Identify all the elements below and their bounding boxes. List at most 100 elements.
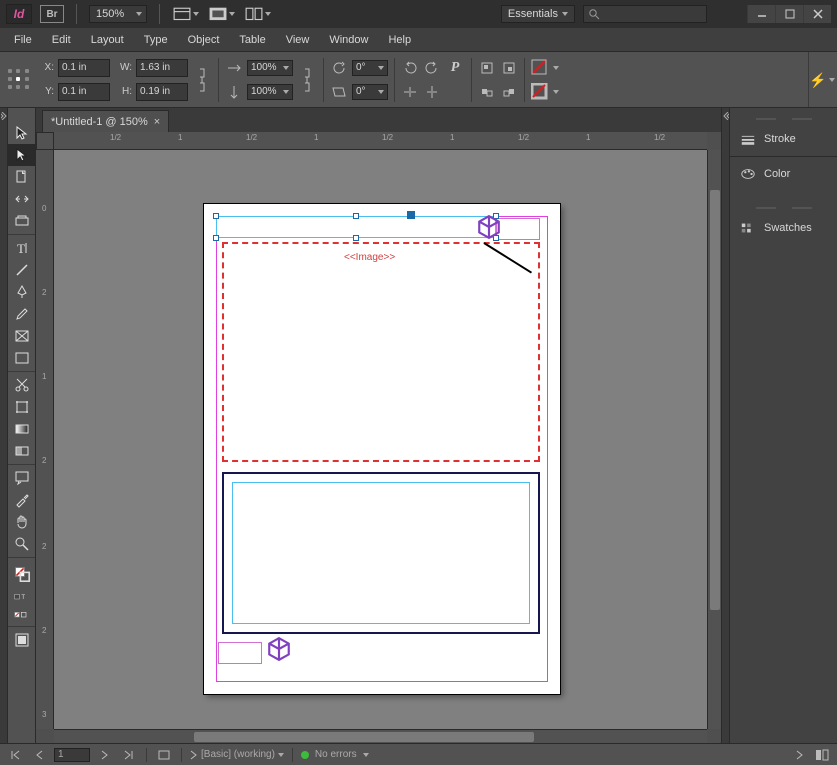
- gradient-swatch-tool[interactable]: [8, 418, 36, 440]
- first-page-button[interactable]: [6, 747, 24, 763]
- image-frame-dashed[interactable]: [222, 242, 540, 462]
- panel-stroke[interactable]: Stroke: [730, 124, 837, 154]
- w-field[interactable]: 1.63 in: [136, 59, 188, 77]
- reference-point-grid[interactable]: [6, 67, 32, 93]
- flip-v-icon[interactable]: [423, 83, 441, 101]
- text-to-path-icon[interactable]: P: [445, 59, 465, 77]
- constrain-scale-icon[interactable]: [299, 71, 317, 89]
- menu-help[interactable]: Help: [378, 31, 421, 49]
- handle-anchor[interactable]: [407, 211, 415, 219]
- menu-edit[interactable]: Edit: [42, 31, 81, 49]
- select-container-icon[interactable]: [478, 59, 496, 77]
- linked-frame-overset-box[interactable]: [496, 218, 540, 240]
- content-collector-tool[interactable]: [8, 210, 36, 232]
- fill-button[interactable]: [531, 59, 549, 77]
- hand-tool[interactable]: [8, 511, 36, 533]
- handle-s[interactable]: [353, 235, 359, 241]
- chevron-down-icon[interactable]: [553, 66, 559, 70]
- control-bar-flyout[interactable]: ⚡: [813, 58, 831, 102]
- menu-object[interactable]: Object: [178, 31, 230, 49]
- rotate-cw-icon[interactable]: [423, 59, 441, 77]
- color-apply-row[interactable]: T: [8, 588, 36, 606]
- pen-tool[interactable]: [8, 281, 36, 303]
- master-name[interactable]: [Basic] (working): [190, 749, 284, 760]
- chevron-down-icon[interactable]: [553, 90, 559, 94]
- scroll-thumb-h[interactable]: [194, 732, 534, 742]
- menu-layout[interactable]: Layout: [81, 31, 134, 49]
- content-grabber-icon-2[interactable]: [266, 636, 292, 662]
- stroke-button[interactable]: [531, 83, 549, 101]
- scroll-thumb-v[interactable]: [710, 190, 720, 610]
- scale-x-field[interactable]: 100%: [247, 60, 293, 76]
- page-number-field[interactable]: 1: [54, 748, 90, 762]
- page-tool[interactable]: [8, 166, 36, 188]
- type-tool[interactable]: T: [8, 237, 36, 259]
- close-icon[interactable]: ×: [154, 116, 160, 128]
- rotate-ccw-icon[interactable]: [401, 59, 419, 77]
- x-field[interactable]: 0.1 in: [58, 59, 110, 77]
- scissors-tool[interactable]: [8, 374, 36, 396]
- screen-mode-toggle[interactable]: [813, 747, 831, 763]
- next-spread-button[interactable]: [791, 747, 809, 763]
- workspace-switcher[interactable]: Essentials: [501, 5, 575, 23]
- menu-window[interactable]: Window: [319, 31, 378, 49]
- page[interactable]: <<Image>>: [204, 204, 560, 694]
- ruler-horizontal[interactable]: 1/211/211/211/211/21/2: [54, 132, 707, 150]
- rotation-field[interactable]: 0°: [352, 60, 388, 76]
- handle-nw[interactable]: [213, 213, 219, 219]
- minimize-button[interactable]: [747, 5, 775, 23]
- close-button[interactable]: [803, 5, 831, 23]
- rectangle-tool[interactable]: [8, 347, 36, 369]
- line-tool[interactable]: [8, 259, 36, 281]
- text-frame[interactable]: [232, 482, 530, 624]
- view-options-button[interactable]: [172, 4, 200, 24]
- scrollbar-horizontal[interactable]: [54, 729, 707, 743]
- handle-sw[interactable]: [213, 235, 219, 241]
- gradient-feather-tool[interactable]: [8, 440, 36, 462]
- shear-field[interactable]: 0°: [352, 84, 388, 100]
- handle-n[interactable]: [353, 213, 359, 219]
- direct-selection-tool[interactable]: [8, 144, 36, 166]
- y-field[interactable]: 0.1 in: [58, 83, 110, 101]
- left-collapse-strip[interactable]: [0, 108, 8, 743]
- panel-drag-handle[interactable]: [730, 114, 837, 124]
- open-in-bridge-button[interactable]: [155, 747, 173, 763]
- view-mode-button[interactable]: [8, 629, 36, 651]
- zoom-tool[interactable]: [8, 533, 36, 555]
- pencil-tool[interactable]: [8, 303, 36, 325]
- eyedropper-tool[interactable]: [8, 489, 36, 511]
- arrange-documents-button[interactable]: [244, 4, 272, 24]
- menu-view[interactable]: View: [276, 31, 320, 49]
- screen-mode-button[interactable]: [208, 4, 236, 24]
- canvas[interactable]: <<Image>>: [54, 150, 707, 729]
- selection-tool[interactable]: [8, 122, 36, 144]
- zoom-combo[interactable]: 150%: [89, 5, 147, 23]
- content-grabber-icon[interactable]: [476, 214, 502, 240]
- select-content-icon[interactable]: [500, 59, 518, 77]
- next-page-button[interactable]: [96, 747, 114, 763]
- right-collapse-strip[interactable]: [721, 108, 729, 743]
- default-fs-row[interactable]: [8, 606, 36, 624]
- fill-stroke-swap[interactable]: [8, 560, 36, 588]
- note-tool[interactable]: [8, 467, 36, 489]
- rectangle-frame-tool[interactable]: [8, 325, 36, 347]
- menu-type[interactable]: Type: [134, 31, 178, 49]
- scrollbar-vertical[interactable]: [707, 150, 721, 729]
- ruler-origin[interactable]: [36, 132, 54, 150]
- constrain-wh-icon[interactable]: [194, 71, 212, 89]
- h-field[interactable]: 0.19 in: [136, 83, 188, 101]
- search-field[interactable]: [583, 5, 707, 23]
- panel-color[interactable]: Color: [730, 159, 837, 189]
- flip-h-icon[interactable]: [401, 83, 419, 101]
- scale-y-field[interactable]: 100%: [247, 84, 293, 100]
- linked-frame-overset-box-2[interactable]: [218, 642, 262, 664]
- menu-table[interactable]: Table: [229, 31, 275, 49]
- panel-swatches[interactable]: Swatches: [730, 213, 837, 243]
- preflight-status[interactable]: No errors: [315, 749, 357, 760]
- maximize-button[interactable]: [775, 5, 803, 23]
- ruler-vertical[interactable]: 0212223: [36, 150, 54, 729]
- select-next-icon[interactable]: [500, 83, 518, 101]
- document-tab[interactable]: *Untitled-1 @ 150% ×: [42, 110, 169, 132]
- chevron-down-icon[interactable]: [363, 753, 369, 757]
- prev-page-button[interactable]: [30, 747, 48, 763]
